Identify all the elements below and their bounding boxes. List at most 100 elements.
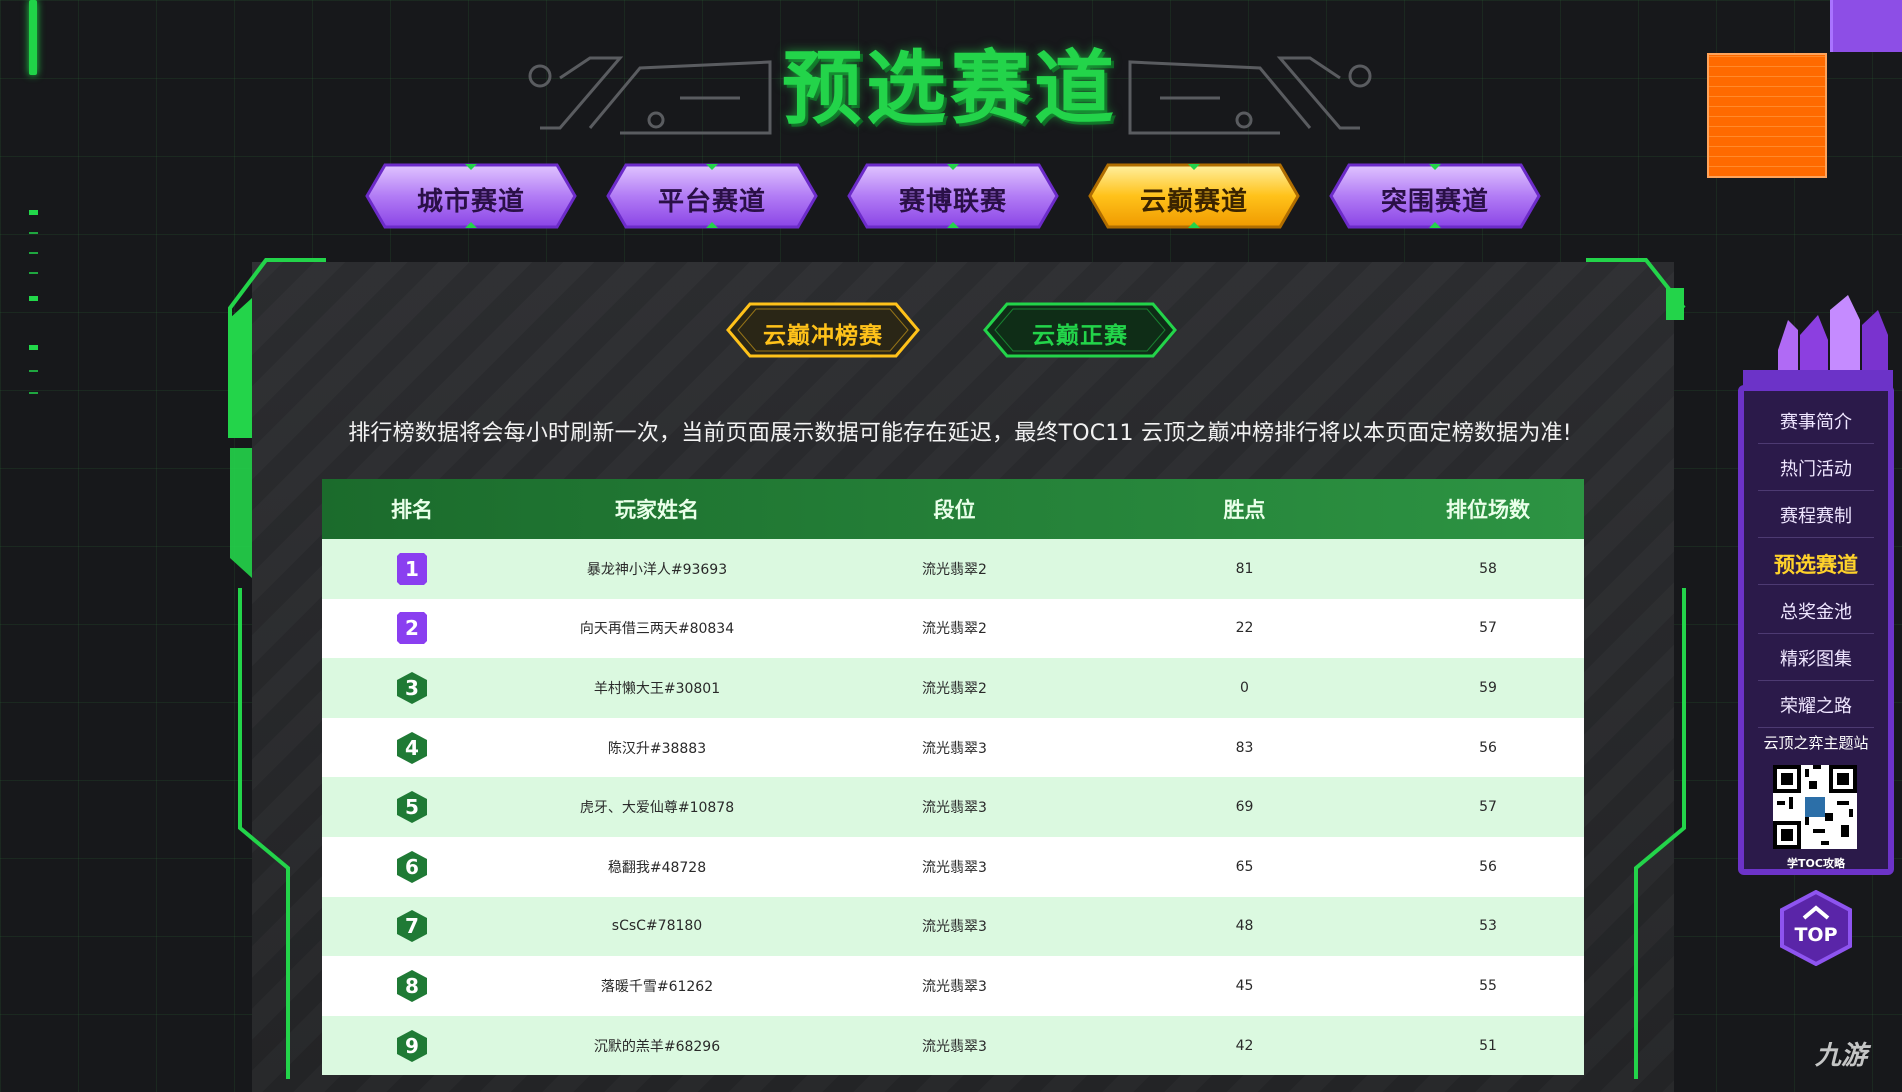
side-item-intro[interactable]: 赛事简介	[1758, 408, 1874, 434]
qr-caption: 学TOC攻略	[1787, 857, 1845, 870]
header-player-name: 玩家姓名	[615, 498, 699, 522]
table-row: 7 sCsC#78180 流光翡翠3 48 53	[322, 896, 1584, 957]
side-divider	[1758, 443, 1874, 444]
qr-code	[1773, 765, 1857, 849]
tab-cyber-league[interactable]: 赛博联赛	[847, 163, 1059, 229]
side-item-gallery[interactable]: 精彩图集	[1758, 645, 1874, 671]
side-item-prize-pool[interactable]: 总奖金池	[1758, 598, 1874, 624]
table-row: 1 暴龙神小洋人#93693 流光翡翠2 81 58	[322, 539, 1584, 599]
points-cell: 65	[1235, 858, 1254, 875]
tab-platform-track[interactable]: 平台赛道	[606, 163, 818, 229]
corner-decoration-orange	[1707, 53, 1827, 178]
header-ranked-games: 排位场数	[1446, 498, 1530, 522]
rank-number: 9	[405, 1033, 419, 1058]
player-name-cell: 落暖千雪#61262	[600, 978, 714, 995]
games-cell: 59	[1479, 679, 1497, 696]
header-rank: 排名	[391, 498, 433, 522]
tab-cloud-peak-track[interactable]: 云巅赛道	[1088, 163, 1300, 229]
games-cell: 57	[1479, 620, 1497, 637]
points-cell: 48	[1235, 918, 1254, 935]
side-item-qualifier-track[interactable]: 预选赛道	[1758, 549, 1874, 579]
rank-badge: 8	[396, 969, 428, 1003]
player-name-cell: sCsC#78180	[611, 918, 703, 935]
side-item-schedule[interactable]: 赛程赛制	[1758, 502, 1874, 528]
city-illustration	[1743, 295, 1893, 395]
tab-label: 云巅赛道	[1139, 187, 1248, 217]
rank-cell: 1	[322, 552, 502, 586]
subtab-cloud-peak-ranking[interactable]: 云巅冲榜赛	[726, 302, 920, 358]
side-divider	[1758, 633, 1874, 634]
right-sidebar: 赛事简介热门活动赛程赛制预选赛道总奖金池精彩图集荣耀之路 云顶之弈主题站 学TO…	[1738, 290, 1898, 966]
rank-cell: 9	[322, 1029, 502, 1063]
player-name-cell: 沉默的羔羊#68296	[593, 1038, 721, 1055]
rank-badge: 4	[396, 731, 428, 765]
points-cell: 81	[1235, 560, 1254, 577]
side-divider	[1758, 680, 1874, 681]
tier-cell: 流光翡翠3	[922, 740, 987, 757]
table-row: 5 虎牙、大爱仙尊#10878 流光翡翠3 69 57	[322, 777, 1584, 837]
tab-label: 城市赛道	[416, 187, 525, 217]
side-item-glory-road[interactable]: 荣耀之路	[1758, 692, 1874, 718]
rank-badge: 1	[396, 552, 428, 586]
player-name-cell: 暴龙神小洋人#93693	[586, 561, 728, 578]
rank-number: 4	[405, 735, 419, 760]
rank-badge: 6	[396, 850, 428, 884]
points-cell: 69	[1235, 799, 1254, 816]
rank-number: 7	[405, 914, 419, 939]
games-cell: 51	[1479, 1037, 1497, 1054]
refresh-notice: 排行榜数据将会每小时刷新一次，当前页面展示数据可能存在延迟，最终TOC11 云顶…	[348, 421, 1572, 446]
left-tick	[29, 272, 38, 274]
games-cell: 58	[1479, 560, 1497, 577]
tab-label: 突围赛道	[1380, 187, 1489, 217]
side-item-hot-events[interactable]: 热门活动	[1758, 455, 1874, 481]
back-to-top-button[interactable]: TOP	[1780, 890, 1852, 966]
tab-label: 赛博联赛	[898, 187, 1007, 217]
table-body: 1 暴龙神小洋人#93693 流光翡翠2 81 58 2 向天再借三两天#80834 流光翡翠…	[322, 539, 1584, 1076]
subtab-cloud-peak-main[interactable]: 云巅正赛	[983, 302, 1177, 358]
table-row: 2 向天再借三两天#80834 流光翡翠2 22 57	[322, 598, 1584, 659]
games-cell: 53	[1479, 918, 1497, 935]
tier-cell: 流光翡翠3	[922, 800, 987, 817]
header-points: 胜点	[1223, 498, 1266, 522]
player-name-cell: 虎牙、大爱仙尊#10878	[579, 800, 735, 817]
tier-cell: 流光翡翠3	[922, 1038, 987, 1055]
points-cell: 45	[1235, 977, 1254, 994]
rank-cell: 5	[322, 790, 502, 824]
rank-badge: 3	[396, 671, 428, 705]
tier-cell: 流光翡翠3	[922, 919, 987, 936]
tier-cell: 流光翡翠3	[922, 978, 987, 995]
rank-cell: 4	[322, 731, 502, 765]
watermark-logo: 九游	[1815, 1041, 1868, 1071]
subtab-label: 云巅冲榜赛	[763, 323, 883, 349]
top-label: TOP	[1794, 924, 1838, 946]
rank-cell: 8	[322, 969, 502, 1003]
corner-decoration	[1830, 0, 1902, 52]
points-cell: 83	[1235, 739, 1254, 756]
tier-cell: 流光翡翠2	[922, 621, 987, 638]
table-row: 4 陈汉升#38883 流光翡翠3 83 56	[322, 717, 1584, 778]
left-tick	[29, 210, 38, 215]
left-tick	[29, 392, 38, 394]
rank-number: 6	[405, 854, 419, 879]
tier-cell: 流光翡翠3	[922, 859, 987, 876]
player-name-cell: 向天再借三两天#80834	[579, 621, 735, 638]
games-cell: 55	[1479, 977, 1497, 994]
rank-number: 3	[405, 675, 419, 700]
rank-cell: 3	[322, 671, 502, 705]
rank-number: 5	[405, 795, 419, 820]
rank-number: 2	[405, 616, 419, 641]
qr-title: 云顶之弈主题站	[1763, 734, 1869, 752]
points-cell: 42	[1235, 1037, 1254, 1054]
side-divider	[1758, 537, 1874, 538]
title-decoration-right	[1128, 56, 1372, 135]
tab-city-track[interactable]: 城市赛道	[365, 163, 577, 229]
points-cell: 0	[1240, 679, 1249, 696]
left-accent-bar	[29, 0, 37, 75]
games-cell: 57	[1479, 799, 1497, 816]
title-area: 预选赛道	[520, 18, 1380, 135]
tab-breakout-track[interactable]: 突围赛道	[1329, 163, 1541, 229]
side-divider	[1758, 727, 1874, 728]
points-cell: 22	[1235, 620, 1254, 637]
table-row: 8 落暖千雪#61262 流光翡翠3 45 55	[322, 956, 1584, 1016]
rank-cell: 7	[322, 909, 502, 943]
